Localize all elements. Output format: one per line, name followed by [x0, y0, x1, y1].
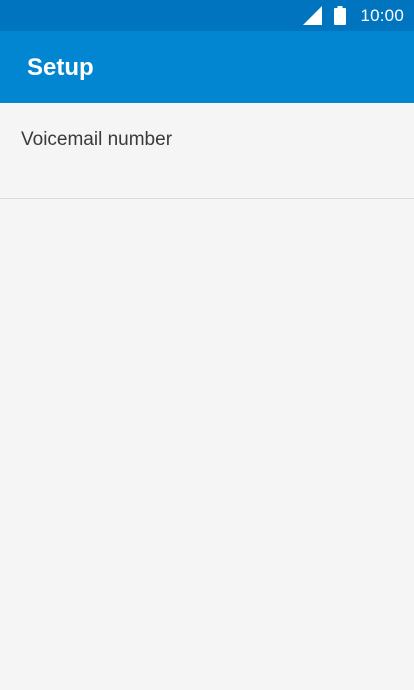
app-bar: Setup	[0, 31, 414, 103]
signal-icon	[303, 6, 323, 25]
status-icons: 10:00	[303, 0, 404, 31]
status-clock: 10:00	[360, 5, 404, 25]
page-title: Setup	[27, 54, 94, 81]
settings-list: Voicemail number	[0, 103, 414, 199]
list-item-voicemail-number[interactable]: Voicemail number	[0, 103, 414, 199]
battery-icon	[334, 6, 347, 25]
list-item-label: Voicemail number	[21, 129, 173, 150]
status-bar: 10:00	[0, 0, 414, 31]
